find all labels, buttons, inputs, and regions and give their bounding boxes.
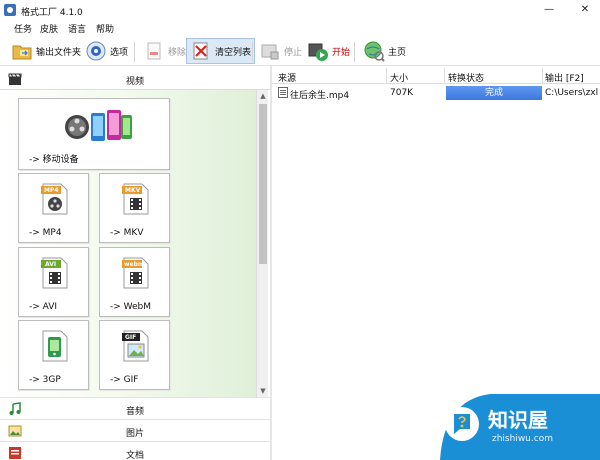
format-badge: MKV <box>125 187 141 194</box>
remove-label: 移除 <box>168 47 187 58</box>
clear-list-button[interactable]: 清空列表 <box>186 38 256 64</box>
minimize-button[interactable]: — <box>542 4 556 16</box>
menu-bar: 任务 皮肤 语言 帮助 <box>0 20 600 36</box>
menu-task[interactable]: 任务 <box>14 22 32 35</box>
video-category-label: 视频 <box>125 77 144 87</box>
format-tile-mkv[interactable]: MKV -> MKV <box>99 173 170 243</box>
format-tile-label: -> 移动设备 <box>29 155 79 165</box>
window-title: 格式工厂 4.1.0 <box>21 8 83 18</box>
column-header-size[interactable]: 大小 <box>390 71 408 84</box>
folder-icon <box>11 40 33 62</box>
home-button[interactable]: 主页 <box>360 38 409 64</box>
webm-file-icon: webm <box>121 256 151 290</box>
format-tile-3gp[interactable]: -> 3GP <box>18 320 89 390</box>
output-folder-button[interactable]: 输出文件夹 <box>8 38 84 64</box>
format-badge: MP4 <box>44 187 59 194</box>
options-button[interactable]: 选项 <box>82 38 131 64</box>
status-progress-bar: 完成 <box>446 86 542 100</box>
site-watermark: 知识屋 zhishiwu.com <box>430 388 600 460</box>
app-logo-icon <box>4 4 16 16</box>
start-label: 开始 <box>332 47 351 58</box>
output-folder-label: 输出文件夹 <box>36 47 82 58</box>
column-divider[interactable] <box>444 68 445 84</box>
options-label: 选项 <box>110 47 129 58</box>
toolbar-divider <box>354 42 355 62</box>
mp4-file-icon: MP4 <box>40 182 70 216</box>
stop-icon <box>259 40 281 62</box>
format-tile-avi[interactable]: AVI -> AVI <box>18 247 89 317</box>
title-bar: 格式工厂 4.1.0 — ✕ <box>0 0 600 20</box>
tile-panel-scrollbar[interactable]: ▲ ▼ <box>256 90 268 397</box>
column-header-source[interactable]: 来源 <box>278 71 296 84</box>
start-icon <box>307 40 329 62</box>
category-label: 图片 <box>125 429 144 439</box>
toolbar: 输出文件夹 选项 移除 清空列表 停止 开始 主页 <box>0 36 600 66</box>
row-size: 707K <box>390 88 414 98</box>
format-tile-label: -> MP4 <box>29 228 62 238</box>
start-button[interactable]: 开始 <box>304 38 353 64</box>
format-badge: AVI <box>45 261 57 268</box>
format-badge: webm <box>124 261 145 268</box>
scroll-down-arrow-icon[interactable]: ▼ <box>257 385 269 397</box>
watermark-url: zhishiwu.com <box>492 434 553 444</box>
format-tile-mobile-devices[interactable]: -> 移动设备 <box>18 98 170 170</box>
menu-help[interactable]: 帮助 <box>96 22 114 35</box>
options-gear-icon <box>85 40 107 62</box>
column-divider[interactable] <box>542 68 543 84</box>
column-header-output[interactable]: 输出 [F2] <box>545 71 584 84</box>
remove-file-icon <box>143 40 165 62</box>
scroll-up-arrow-icon[interactable]: ▲ <box>257 90 269 102</box>
format-tile-label: -> WebM <box>110 302 152 312</box>
table-row[interactable]: 往后余生.mp4 707K 完成 C:\Users\zxl <box>272 85 600 101</box>
format-tile-label: -> AVI <box>29 302 58 312</box>
toolbar-divider <box>134 42 135 62</box>
clear-list-icon <box>190 40 212 62</box>
video-category-header[interactable]: 视频 <box>0 68 270 90</box>
category-label: 音频 <box>125 407 144 417</box>
close-button[interactable]: ✕ <box>578 4 592 16</box>
watermark-name: 知识屋 <box>488 408 548 432</box>
panel-splitter[interactable] <box>270 66 272 460</box>
globe-icon <box>363 40 385 62</box>
file-icon <box>278 87 288 98</box>
home-label: 主页 <box>388 47 407 58</box>
3gp-file-icon <box>40 329 70 363</box>
menu-skin[interactable]: 皮肤 <box>40 22 58 35</box>
mkv-file-icon: MKV <box>121 182 151 216</box>
column-header-status[interactable]: 转换状态 <box>448 71 484 84</box>
column-divider[interactable] <box>386 68 387 84</box>
row-output-path: C:\Users\zxl <box>545 88 599 98</box>
row-source: 往后余生.mp4 <box>290 91 350 101</box>
stop-button[interactable]: 停止 <box>256 38 305 64</box>
format-tile-mp4[interactable]: MP4 -> MP4 <box>18 173 89 243</box>
category-audio[interactable]: 音频 <box>0 397 270 419</box>
remove-button[interactable]: 移除 <box>140 38 189 64</box>
mobile-devices-icon <box>63 107 133 147</box>
toolbar-divider <box>252 42 253 62</box>
format-tile-panel: -> 移动设备 MP4 -> MP4 MKV -> MKV AVI -> AVI… <box>0 90 256 397</box>
format-tile-label: -> 3GP <box>29 375 61 385</box>
stop-label: 停止 <box>284 47 303 58</box>
format-tile-gif[interactable]: GIF -> GIF <box>99 320 170 390</box>
avi-file-icon: AVI <box>40 256 70 290</box>
format-tile-label: -> MKV <box>110 228 144 238</box>
gif-file-icon: GIF <box>121 329 151 363</box>
category-label: 文档 <box>125 451 144 460</box>
format-badge: GIF <box>125 334 137 341</box>
menu-language[interactable]: 语言 <box>68 22 86 35</box>
format-tile-webm[interactable]: webm -> WebM <box>99 247 170 317</box>
format-tile-label: -> GIF <box>110 375 139 385</box>
scrollbar-thumb[interactable] <box>259 104 267 264</box>
file-list-header: 来源 大小 转换状态 输出 [F2] <box>272 68 600 84</box>
category-picture[interactable]: 图片 <box>0 419 270 441</box>
category-document[interactable]: 文档 <box>0 441 270 460</box>
clear-list-label: 清空列表 <box>215 47 252 58</box>
